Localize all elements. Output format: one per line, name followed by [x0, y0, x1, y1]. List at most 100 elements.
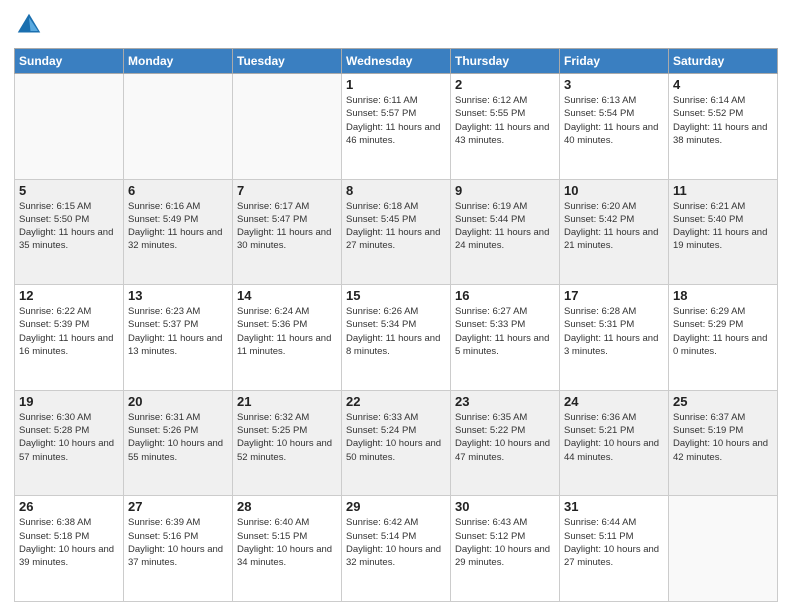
day-info: Sunrise: 6:43 AMSunset: 5:12 PMDaylight:…: [455, 516, 555, 569]
day-info: Sunrise: 6:35 AMSunset: 5:22 PMDaylight:…: [455, 411, 555, 464]
col-header-sunday: Sunday: [15, 49, 124, 74]
calendar-cell: 30Sunrise: 6:43 AMSunset: 5:12 PMDayligh…: [451, 496, 560, 602]
col-header-thursday: Thursday: [451, 49, 560, 74]
day-number: 15: [346, 288, 446, 303]
day-info: Sunrise: 6:29 AMSunset: 5:29 PMDaylight:…: [673, 305, 773, 358]
calendar-cell: 24 Sunrise: 6:36 AMSunset: 5:21 PMDayligh…: [560, 390, 669, 496]
calendar-cell: 14Sunrise: 6:24 AMSunset: 5:36 PMDayligh…: [233, 285, 342, 391]
calendar-cell: 16 Sunrise: 6:27 AMSunset: 5:33 PMDayligh…: [451, 285, 560, 391]
col-header-saturday: Saturday: [669, 49, 778, 74]
day-info: Sunrise: 6:11 AMSunset: 5:57 PMDaylight:…: [346, 94, 446, 147]
calendar-cell: 5Sunrise: 6:15 AMSunset: 5:50 PMDaylight…: [15, 179, 124, 285]
logo-icon: [14, 10, 44, 40]
day-info: Sunrise: 6:21 AMSunset: 5:40 PMDaylight:…: [673, 200, 773, 253]
day-info: Sunrise: 6:27 AMSunset: 5:33 PMDaylight:…: [455, 305, 555, 358]
day-info: Sunrise: 6:17 AMSunset: 5:47 PMDaylight:…: [237, 200, 337, 253]
calendar-cell: 19Sunrise: 6:30 AMSunset: 5:28 PMDayligh…: [15, 390, 124, 496]
day-number: 7: [237, 183, 337, 198]
calendar-cell: 28Sunrise: 6:40 AMSunset: 5:15 PMDayligh…: [233, 496, 342, 602]
day-number: 12: [19, 288, 119, 303]
day-number: 13: [128, 288, 228, 303]
day-number: 26: [19, 499, 119, 514]
day-info: Sunrise: 6:39 AMSunset: 5:16 PMDaylight:…: [128, 516, 228, 569]
calendar: SundayMondayTuesdayWednesdayThursdayFrid…: [14, 48, 778, 602]
day-info: Sunrise: 6:28 AMSunset: 5:31 PMDaylight:…: [564, 305, 664, 358]
day-info: Sunrise: 6:42 AMSunset: 5:14 PMDaylight:…: [346, 516, 446, 569]
day-info: Sunrise: 6:26 AMSunset: 5:34 PMDaylight:…: [346, 305, 446, 358]
calendar-week-1: 5Sunrise: 6:15 AMSunset: 5:50 PMDaylight…: [15, 179, 778, 285]
day-number: 3: [564, 77, 664, 92]
day-info: Sunrise: 6:36 AMSunset: 5:21 PMDaylight:…: [564, 411, 664, 464]
day-info: Sunrise: 6:38 AMSunset: 5:18 PMDaylight:…: [19, 516, 119, 569]
day-number: 21: [237, 394, 337, 409]
col-header-wednesday: Wednesday: [342, 49, 451, 74]
day-number: 20: [128, 394, 228, 409]
day-number: 19: [19, 394, 119, 409]
calendar-cell: 25 Sunrise: 6:37 AMSunset: 5:19 PMDayligh…: [669, 390, 778, 496]
day-number: 25: [673, 394, 773, 409]
header: [14, 10, 778, 40]
day-info: Sunrise: 6:22 AMSunset: 5:39 PMDaylight:…: [19, 305, 119, 358]
logo: [14, 10, 48, 40]
calendar-cell: [233, 74, 342, 180]
calendar-cell: 13 Sunrise: 6:23 AMSunset: 5:37 PMDayligh…: [124, 285, 233, 391]
calendar-cell: 7 Sunrise: 6:17 AMSunset: 5:47 PMDaylight…: [233, 179, 342, 285]
day-info: Sunrise: 6:18 AMSunset: 5:45 PMDaylight:…: [346, 200, 446, 253]
calendar-cell: 11 Sunrise: 6:21 AMSunset: 5:40 PMDayligh…: [669, 179, 778, 285]
day-info: Sunrise: 6:32 AMSunset: 5:25 PMDaylight:…: [237, 411, 337, 464]
calendar-cell: 26 Sunrise: 6:38 AMSunset: 5:18 PMDayligh…: [15, 496, 124, 602]
calendar-cell: 22Sunrise: 6:33 AMSunset: 5:24 PMDayligh…: [342, 390, 451, 496]
day-number: 28: [237, 499, 337, 514]
day-info: Sunrise: 6:37 AMSunset: 5:19 PMDaylight:…: [673, 411, 773, 464]
calendar-week-4: 26 Sunrise: 6:38 AMSunset: 5:18 PMDayligh…: [15, 496, 778, 602]
calendar-cell: 8 Sunrise: 6:18 AMSunset: 5:45 PMDaylight…: [342, 179, 451, 285]
day-info: Sunrise: 6:13 AMSunset: 5:54 PMDaylight:…: [564, 94, 664, 147]
day-info: Sunrise: 6:14 AMSunset: 5:52 PMDaylight:…: [673, 94, 773, 147]
calendar-cell: 15 Sunrise: 6:26 AMSunset: 5:34 PMDayligh…: [342, 285, 451, 391]
day-info: Sunrise: 6:16 AMSunset: 5:49 PMDaylight:…: [128, 200, 228, 253]
day-number: 27: [128, 499, 228, 514]
day-number: 6: [128, 183, 228, 198]
day-info: Sunrise: 6:23 AMSunset: 5:37 PMDaylight:…: [128, 305, 228, 358]
col-header-tuesday: Tuesday: [233, 49, 342, 74]
day-info: Sunrise: 6:19 AMSunset: 5:44 PMDaylight:…: [455, 200, 555, 253]
day-info: Sunrise: 6:12 AMSunset: 5:55 PMDaylight:…: [455, 94, 555, 147]
calendar-week-3: 19Sunrise: 6:30 AMSunset: 5:28 PMDayligh…: [15, 390, 778, 496]
calendar-cell: 21 Sunrise: 6:32 AMSunset: 5:25 PMDayligh…: [233, 390, 342, 496]
day-number: 17: [564, 288, 664, 303]
calendar-cell: 1Sunrise: 6:11 AMSunset: 5:57 PMDaylight…: [342, 74, 451, 180]
calendar-cell: 4 Sunrise: 6:14 AMSunset: 5:52 PMDaylight…: [669, 74, 778, 180]
day-number: 4: [673, 77, 773, 92]
calendar-cell: [669, 496, 778, 602]
day-number: 2: [455, 77, 555, 92]
calendar-cell: 29 Sunrise: 6:42 AMSunset: 5:14 PMDayligh…: [342, 496, 451, 602]
calendar-cell: 3 Sunrise: 6:13 AMSunset: 5:54 PMDaylight…: [560, 74, 669, 180]
day-number: 29: [346, 499, 446, 514]
day-info: Sunrise: 6:15 AMSunset: 5:50 PMDaylight:…: [19, 200, 119, 253]
day-number: 18: [673, 288, 773, 303]
calendar-cell: 31Sunrise: 6:44 AMSunset: 5:11 PMDayligh…: [560, 496, 669, 602]
col-header-monday: Monday: [124, 49, 233, 74]
day-number: 23: [455, 394, 555, 409]
day-number: 9: [455, 183, 555, 198]
calendar-cell: 6 Sunrise: 6:16 AMSunset: 5:49 PMDaylight…: [124, 179, 233, 285]
col-header-friday: Friday: [560, 49, 669, 74]
calendar-cell: 2 Sunrise: 6:12 AMSunset: 5:55 PMDaylight…: [451, 74, 560, 180]
day-number: 31: [564, 499, 664, 514]
day-number: 10: [564, 183, 664, 198]
day-number: 11: [673, 183, 773, 198]
calendar-cell: 9 Sunrise: 6:19 AMSunset: 5:44 PMDaylight…: [451, 179, 560, 285]
day-number: 14: [237, 288, 337, 303]
calendar-cell: 27 Sunrise: 6:39 AMSunset: 5:16 PMDayligh…: [124, 496, 233, 602]
calendar-cell: 17 Sunrise: 6:28 AMSunset: 5:31 PMDayligh…: [560, 285, 669, 391]
calendar-week-0: 1Sunrise: 6:11 AMSunset: 5:57 PMDaylight…: [15, 74, 778, 180]
calendar-cell: 10Sunrise: 6:20 AMSunset: 5:42 PMDayligh…: [560, 179, 669, 285]
calendar-cell: [15, 74, 124, 180]
day-number: 16: [455, 288, 555, 303]
calendar-week-2: 12 Sunrise: 6:22 AMSunset: 5:39 PMDayligh…: [15, 285, 778, 391]
calendar-cell: 20Sunrise: 6:31 AMSunset: 5:26 PMDayligh…: [124, 390, 233, 496]
day-number: 8: [346, 183, 446, 198]
day-number: 24: [564, 394, 664, 409]
day-info: Sunrise: 6:33 AMSunset: 5:24 PMDaylight:…: [346, 411, 446, 464]
calendar-cell: [124, 74, 233, 180]
